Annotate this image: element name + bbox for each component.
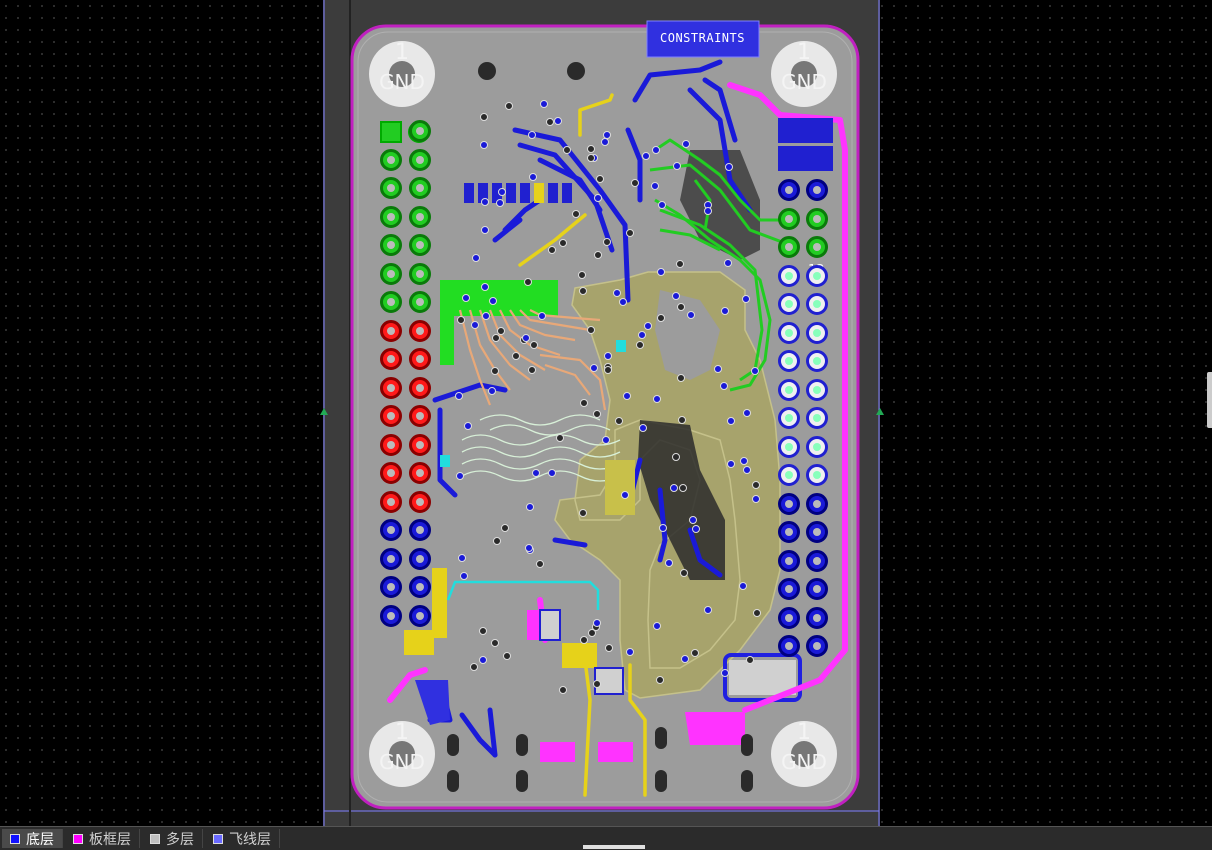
header-pin[interactable] <box>380 348 402 370</box>
mount-hole-net: GND <box>781 70 827 94</box>
header-pin[interactable] <box>409 177 431 199</box>
header-pin[interactable] <box>778 435 800 458</box>
header-pin[interactable] <box>380 234 402 256</box>
header-pin[interactable] <box>380 433 402 456</box>
layer-label: 底层 <box>26 831 54 848</box>
layer-label: 板框层 <box>89 831 131 848</box>
layer-tab-multilayer[interactable]: 多层 <box>142 829 203 848</box>
mount-hole-bl: 1 GND <box>372 720 432 790</box>
mount-hole-net: GND <box>781 750 827 774</box>
header-pin[interactable] <box>409 519 431 541</box>
header-pin[interactable] <box>778 464 800 486</box>
header-pin[interactable] <box>778 606 800 629</box>
header-pin[interactable] <box>380 148 402 171</box>
header-pin[interactable] <box>778 179 800 201</box>
layer-tab-board-outline[interactable]: 板框层 <box>65 829 140 848</box>
layer-color-swatch <box>213 833 223 844</box>
header-pin[interactable] <box>778 578 800 600</box>
mount-hole-number: 1 <box>395 720 409 745</box>
layer-color-swatch <box>73 833 83 844</box>
header-pin[interactable] <box>778 293 800 315</box>
header-pin[interactable] <box>778 407 800 429</box>
header-pin[interactable] <box>380 405 402 427</box>
layer-label: 多层 <box>166 831 194 848</box>
header-pin[interactable] <box>806 264 828 287</box>
header-pin[interactable] <box>409 547 431 570</box>
mount-hole-number: 1 <box>797 40 811 65</box>
header-pin[interactable] <box>380 319 402 342</box>
header-pin[interactable] <box>778 378 800 401</box>
layer-tab-ratsnest[interactable]: 飞线层 <box>205 829 280 848</box>
mount-hole-number: 1 <box>395 40 409 65</box>
header-pin[interactable] <box>409 234 431 256</box>
header-pin[interactable] <box>806 606 828 629</box>
pcb-board-view[interactable] <box>0 0 1212 826</box>
header-pin[interactable] <box>806 435 828 458</box>
header-pin[interactable] <box>806 378 828 401</box>
header-pin[interactable] <box>380 262 402 285</box>
mount-hole-number: 1 <box>797 720 811 745</box>
header-pin[interactable] <box>409 148 431 171</box>
mount-hole-net: GND <box>379 70 425 94</box>
header-pin[interactable] <box>806 578 828 600</box>
layer-label: 飞线层 <box>229 831 271 848</box>
header-pin[interactable] <box>778 492 800 515</box>
pcb-canvas[interactable]: 1 GND 1 GND 1 GND 1 GND CONSTRAINTS 12 <box>0 0 1212 826</box>
constraints-label[interactable]: CONSTRAINTS <box>660 31 745 45</box>
header-pin[interactable] <box>409 205 431 228</box>
header-pin[interactable] <box>409 376 431 399</box>
header-pin[interactable] <box>409 291 431 313</box>
header-pin[interactable] <box>806 207 828 230</box>
header-pin[interactable] <box>409 348 431 370</box>
header-pin[interactable] <box>409 433 431 456</box>
header-pin[interactable] <box>806 179 828 201</box>
layer-tab-bottom[interactable]: 底层 <box>2 829 63 848</box>
header-pin[interactable] <box>409 120 431 142</box>
mount-hole-tr: 1 GND <box>774 40 834 110</box>
header-pin[interactable] <box>806 549 828 572</box>
header-pin[interactable] <box>380 576 402 598</box>
header-pin[interactable] <box>778 350 800 372</box>
header-pin[interactable] <box>778 521 800 543</box>
header-pin[interactable] <box>806 321 828 344</box>
header-pin[interactable] <box>778 207 800 230</box>
header-pin[interactable] <box>806 236 828 258</box>
header-pin[interactable] <box>380 462 402 484</box>
mount-hole-net: GND <box>379 750 425 774</box>
header-pin[interactable] <box>409 405 431 427</box>
header-pin[interactable] <box>380 604 402 627</box>
header-pin[interactable] <box>778 549 800 572</box>
green-connector-pad[interactable] <box>440 280 558 316</box>
layer-color-swatch <box>150 833 160 844</box>
header-pin[interactable] <box>380 519 402 541</box>
header-pin[interactable] <box>778 236 800 258</box>
horizontal-scrollbar[interactable] <box>583 845 645 849</box>
right-edge-handle[interactable] <box>1207 372 1212 428</box>
header-pin[interactable] <box>806 521 828 543</box>
header-pin[interactable] <box>409 262 431 285</box>
header-pin[interactable] <box>806 293 828 315</box>
header-pin[interactable] <box>806 350 828 372</box>
header-pin[interactable] <box>806 407 828 429</box>
header-pin[interactable] <box>806 492 828 515</box>
header-pin[interactable] <box>380 205 402 228</box>
header-pin[interactable] <box>380 177 402 199</box>
layer-color-swatch <box>10 833 20 844</box>
header-pin[interactable] <box>380 490 402 513</box>
header-pin[interactable] <box>380 291 402 313</box>
header-pin[interactable] <box>409 319 431 342</box>
header-pin[interactable] <box>380 547 402 570</box>
header-pin[interactable] <box>409 576 431 598</box>
mount-hole-tl: 1 GND <box>372 40 432 110</box>
header-pin[interactable] <box>380 376 402 399</box>
header-pin[interactable] <box>409 490 431 513</box>
header-pin[interactable] <box>806 635 828 657</box>
mount-hole-br: 1 GND <box>774 720 834 790</box>
header-pin[interactable] <box>778 264 800 287</box>
header-pin[interactable] <box>778 635 800 657</box>
header-pin[interactable] <box>409 604 431 627</box>
header-pin[interactable] <box>778 321 800 344</box>
header-pin[interactable] <box>806 464 828 486</box>
header-pin[interactable] <box>409 462 431 484</box>
